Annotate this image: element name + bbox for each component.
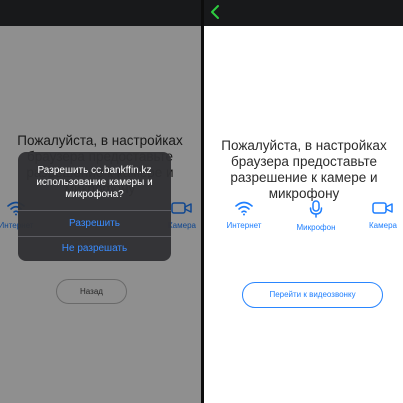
feature-internet: Интернет <box>214 200 274 230</box>
dialog-divider <box>18 210 171 211</box>
camera-icon <box>372 202 393 214</box>
wifi-icon <box>235 201 253 216</box>
top-bar <box>204 0 403 26</box>
deny-button[interactable]: Не разрешать <box>18 243 171 254</box>
left-screen: Пожалуйста, в настройках браузера предос… <box>0 0 201 403</box>
permission-message: Пожалуйста, в настройках браузера предос… <box>221 138 387 201</box>
permission-dialog: Разрешить cc.bankffin.kz использование к… <box>18 152 171 261</box>
dialog-title: Разрешить cc.bankffin.kz использование к… <box>36 165 153 200</box>
feature-microphone: Микрофон <box>286 200 346 232</box>
feature-camera: Камера <box>353 200 403 230</box>
go-to-video-call-button[interactable]: Перейти к видеозвонку <box>242 282 383 308</box>
feature-label: Камера <box>369 221 397 230</box>
allow-button[interactable]: Разрешить <box>18 218 171 229</box>
microphone-icon <box>309 200 323 218</box>
right-screen: Пожалуйста, в настройках браузера предос… <box>204 0 403 403</box>
feature-label: Интернет <box>226 221 262 230</box>
dialog-divider <box>18 236 171 237</box>
feature-label: Микрофон <box>296 223 336 232</box>
top-bar <box>0 0 201 26</box>
chevron-left-icon[interactable] <box>208 3 224 21</box>
